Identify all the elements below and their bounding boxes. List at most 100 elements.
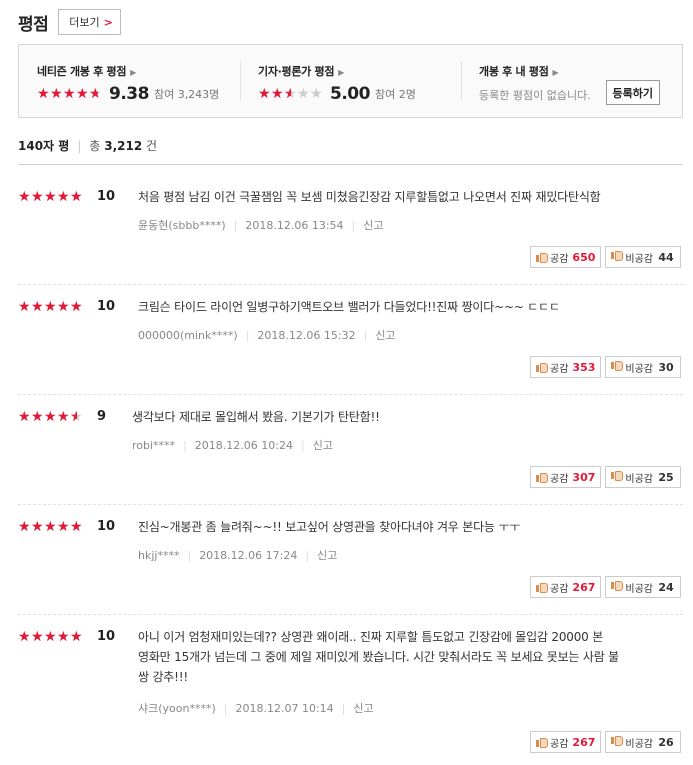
dislike-count: 26 <box>658 735 674 749</box>
netizen-rating-link[interactable]: 네티즌 개봉 후 평점 ▶ <box>37 63 240 79</box>
dislike-count: 25 <box>658 470 674 484</box>
review-meta: 000000(mink****) | 2018.12.06 15:32 | 신고 <box>138 327 396 343</box>
star-icon: ★★ <box>63 86 76 102</box>
divider: | <box>363 328 368 342</box>
star-icon: ★★ <box>57 189 70 205</box>
thumbs-down-icon <box>611 737 622 747</box>
arrow-right-icon: ▶ <box>552 68 559 77</box>
more-label: 더보기 <box>69 16 100 29</box>
star-icon: ★★ <box>76 86 89 102</box>
vote-buttons: 공감 267 비공감 24 <box>526 576 681 598</box>
dislike-button[interactable]: 비공감 26 <box>605 731 681 753</box>
like-label: 공감 <box>550 253 569 265</box>
star-icon: ★★ <box>70 409 83 425</box>
like-label: 공감 <box>550 363 569 375</box>
chevron-right-icon: > <box>103 15 113 29</box>
divider <box>18 164 683 165</box>
review-score: 9 <box>97 409 107 424</box>
like-button[interactable]: 공감 307 <box>530 466 602 488</box>
star-icon: ★★ <box>70 299 83 315</box>
star-icon: ★★ <box>258 86 271 102</box>
dislike-label: 비공감 <box>625 253 653 265</box>
review-date: 2018.12.07 10:14 <box>235 701 334 715</box>
star-icon: ★★ <box>18 299 31 315</box>
critic-rating-link[interactable]: 기자·평론가 평점 ▶ <box>258 63 461 79</box>
review-text-line: 영화만 15개가 넘는데 그 중에 제일 재미있게 봤습니다. 시간 맞춰서라도… <box>138 650 620 664</box>
review-text-line: 쌍 강추!!! <box>138 670 188 684</box>
dislike-button[interactable]: 비공감 24 <box>605 576 681 598</box>
star-icon: ★★ <box>44 629 57 645</box>
star-icon: ★★ <box>50 86 63 102</box>
my-rating-link[interactable]: 개봉 후 내 평점 ▶ <box>479 63 682 79</box>
star-icon: ★★ <box>57 409 70 425</box>
my-rating: 개봉 후 내 평점 ▶ 등록한 평점이 없습니다. 등록하기 <box>461 45 682 117</box>
review-text-line: 생각보다 제대로 몰입해서 봤음. 기본기가 탄탄함!! <box>132 410 380 424</box>
star-icon: ★★ <box>31 519 44 535</box>
review-date: 2018.12.06 15:32 <box>257 328 356 342</box>
dislike-button[interactable]: 비공감 30 <box>605 356 681 378</box>
star-icon: ★★ <box>44 299 57 315</box>
review-author[interactable]: 윤동현(sbbb****) <box>138 217 226 233</box>
star-icon: ★★ <box>31 189 44 205</box>
review-score: 10 <box>97 299 116 314</box>
like-label: 공감 <box>550 473 569 485</box>
dislike-button[interactable]: 비공감 44 <box>605 246 681 268</box>
star-icon: ★★ <box>57 299 70 315</box>
like-count: 267 <box>572 580 596 594</box>
register-rating-button[interactable]: 등록하기 <box>605 80 660 105</box>
thumbs-up-icon <box>536 252 549 263</box>
review-author[interactable]: 샤크(yoon****) <box>138 700 216 716</box>
review-date: 2018.12.06 10:24 <box>194 438 293 452</box>
like-label: 공감 <box>550 738 569 750</box>
thumbs-up-icon <box>536 472 549 483</box>
star-icon: ★★ <box>310 86 323 102</box>
tab-140-reviews[interactable]: 140자 평 <box>18 137 69 154</box>
review-meta: 샤크(yoon****) | 2018.12.07 10:14 | 신고 <box>138 700 374 716</box>
more-button[interactable]: 더보기 > <box>58 9 121 35</box>
divider <box>18 284 683 285</box>
thumbs-up-icon <box>536 582 549 593</box>
star-icon: ★★ <box>70 519 83 535</box>
report-link[interactable]: 신고 <box>363 217 383 233</box>
star-icon: ★★ <box>31 629 44 645</box>
like-button[interactable]: 공감 267 <box>530 731 602 753</box>
review-text: 진심~개봉관 좀 늘려줘~~!! 보고싶어 상영관을 찾아다녀야 겨우 본다능 … <box>138 517 678 537</box>
review-score: 10 <box>97 519 116 534</box>
vote-buttons: 공감 307 비공감 25 <box>526 466 681 488</box>
report-link[interactable]: 신고 <box>353 700 373 716</box>
review-author[interactable]: 000000(mink****) <box>138 329 238 342</box>
review-text-line: 아니 이거 엄청재미있는데?? 상영관 왜이래.. 진짜 지루할 틈도없고 긴장… <box>138 630 604 644</box>
review-filter: 140자 평 | 총 3,212 건 <box>18 137 157 154</box>
section-header: 평점 더보기 > <box>18 8 121 36</box>
critic-rating-label: 기자·평론가 평점 <box>258 65 335 78</box>
like-button[interactable]: 공감 650 <box>530 246 602 268</box>
review-text-line: 처음 평점 남김 이건 극꿀잼임 꼭 보셈 미쳤음긴장감 지루할틈없고 나오면서… <box>138 190 601 204</box>
review-date: 2018.12.06 13:54 <box>245 218 344 232</box>
divider: | <box>183 438 187 452</box>
thumbs-down-icon <box>611 472 622 482</box>
like-button[interactable]: 공감 267 <box>530 576 602 598</box>
report-link[interactable]: 신고 <box>313 437 333 453</box>
total-count: 총 3,212 건 <box>89 139 158 153</box>
star-icon: ★★ <box>57 629 70 645</box>
netizen-rating-label: 네티즌 개봉 후 평점 <box>37 65 127 78</box>
review-text-line: 크림슨 타이드 라이언 일병구하기액트오브 밸러가 다들었다!!진짜 짱이다~~… <box>138 300 560 314</box>
dislike-label: 비공감 <box>625 738 653 750</box>
review-author[interactable]: hkjj**** <box>138 549 179 562</box>
review-text: 생각보다 제대로 몰입해서 봤음. 기본기가 탄탄함!! <box>132 407 678 427</box>
report-link[interactable]: 신고 <box>375 327 395 343</box>
dislike-button[interactable]: 비공감 25 <box>605 466 681 488</box>
dislike-label: 비공감 <box>625 363 653 375</box>
divider: | <box>351 218 356 232</box>
divider: | <box>233 218 238 232</box>
star-icon: ★★ <box>297 86 310 102</box>
report-link[interactable]: 신고 <box>317 547 337 563</box>
star-icon: ★★ <box>18 409 31 425</box>
thumbs-down-icon <box>611 362 622 372</box>
netizen-count: 참여 3,243명 <box>153 88 220 101</box>
star-icon: ★★ <box>37 86 50 102</box>
netizen-score: 9.38 <box>109 84 149 104</box>
star-icon: ★★ <box>70 189 83 205</box>
review-author[interactable]: robi**** <box>132 439 175 452</box>
like-button[interactable]: 공감 353 <box>530 356 602 378</box>
